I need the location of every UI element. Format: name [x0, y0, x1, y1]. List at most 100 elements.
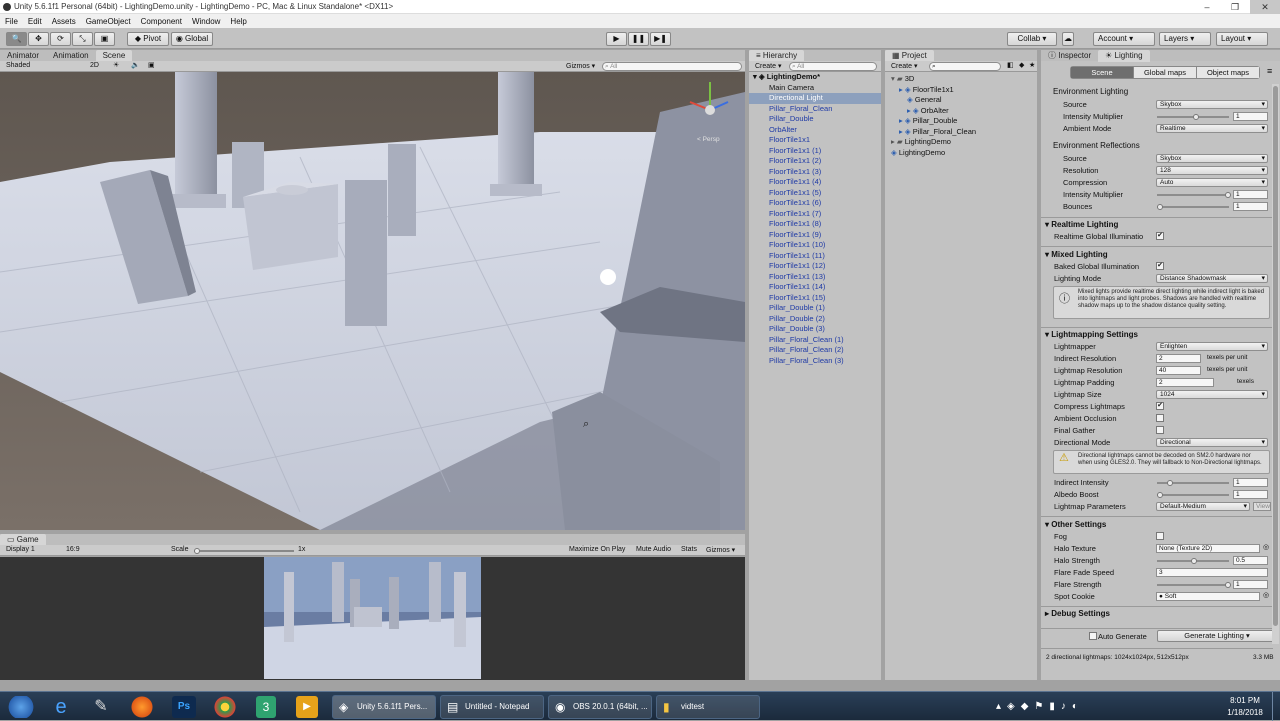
bounces-slider[interactable]: [1157, 204, 1229, 210]
move-tool-icon[interactable]: ✥: [28, 32, 49, 46]
rotate-tool-icon[interactable]: ⟳: [50, 32, 71, 46]
hierarchy-item[interactable]: FloorTile1x1 (11): [749, 251, 881, 262]
maximize-button[interactable]: ❐: [1220, 0, 1250, 14]
hierarchy-item[interactable]: FloorTile1x1: [749, 135, 881, 146]
media-player-icon[interactable]: ▶: [296, 696, 318, 718]
hierarchy-item[interactable]: Directional Light: [749, 93, 881, 104]
menu-edit[interactable]: Edit: [23, 14, 47, 26]
cookie-picker-icon[interactable]: ◎: [1263, 591, 1269, 599]
hierarchy-item[interactable]: FloorTile1x1 (7): [749, 209, 881, 220]
hierarchy-item[interactable]: Pillar_Floral_Clean (3): [749, 356, 881, 367]
indirect-resolution-field[interactable]: 2: [1156, 354, 1201, 363]
play-button[interactable]: ▶: [606, 32, 627, 46]
global-button[interactable]: ◉ Global: [171, 32, 213, 46]
2d-toggle[interactable]: 2D: [90, 62, 99, 69]
hierarchy-item[interactable]: Pillar_Double (3): [749, 324, 881, 335]
menu-component[interactable]: Component: [136, 14, 187, 26]
halo-strength-field[interactable]: 0.5: [1233, 556, 1268, 565]
generate-lighting-button[interactable]: Generate Lighting ▾: [1157, 630, 1277, 642]
taskbar-app-notepad[interactable]: ▤ Untitled - Notepad: [440, 695, 544, 719]
debug-settings-header[interactable]: ▸ Debug Settings: [1045, 609, 1110, 618]
chrome-icon[interactable]: [210, 696, 240, 718]
project-item[interactable]: ▾ ▰ 3D: [885, 74, 1037, 85]
perspective-label[interactable]: < Persp: [697, 136, 720, 143]
scene-viewport[interactable]: < Persp ⌕: [0, 72, 745, 530]
tab-inspector[interactable]: ⓘ Inspector: [1041, 50, 1098, 62]
mixed-lighting-header[interactable]: ▾ Mixed Lighting: [1045, 250, 1108, 259]
project-item[interactable]: ▸ ◈ Pillar_Floral_Clean: [885, 127, 1037, 138]
hierarchy-item[interactable]: Pillar_Floral_Clean (1): [749, 335, 881, 346]
baked-gi-checkbox[interactable]: ✔: [1156, 262, 1164, 270]
hierarchy-item[interactable]: FloorTile1x1 (10): [749, 240, 881, 251]
scale-slider[interactable]: [194, 548, 294, 554]
subtab-global-maps[interactable]: Global maps: [1133, 67, 1196, 78]
realtime-lighting-header[interactable]: ▾ Realtime Lighting: [1045, 220, 1118, 229]
pivot-button[interactable]: ◆ Pivot: [127, 32, 169, 46]
refl-compression-dropdown[interactable]: Auto: [1156, 178, 1268, 187]
filter-label-icon[interactable]: ◆: [1019, 61, 1024, 69]
ambient-mode-dropdown[interactable]: Realtime: [1156, 124, 1268, 133]
object-picker-icon[interactable]: ◎: [1263, 543, 1269, 551]
lighting-mode-dropdown[interactable]: Distance Shadowmask: [1156, 274, 1268, 283]
taskbar-app-obs[interactable]: ◉ OBS 20.0.1 (64bit, ...: [548, 695, 652, 719]
favorite-star-icon[interactable]: ★: [1029, 61, 1035, 69]
env-intensity-field[interactable]: 1: [1233, 112, 1268, 121]
project-search-input[interactable]: ⌕: [929, 62, 1001, 71]
project-create-dropdown[interactable]: Create ▾: [891, 62, 917, 70]
fog-checkbox[interactable]: [1156, 532, 1164, 540]
subtab-scene[interactable]: Scene: [1071, 67, 1133, 78]
compress-lightmaps-checkbox[interactable]: ✔: [1156, 402, 1164, 410]
clock[interactable]: 8:01 PM 1/18/2018: [1222, 696, 1268, 717]
hierarchy-item[interactable]: FloorTile1x1 (2): [749, 156, 881, 167]
refl-intensity-field[interactable]: 1: [1233, 190, 1268, 199]
hierarchy-item[interactable]: Main Camera: [749, 83, 881, 94]
env-source-dropdown[interactable]: Skybox: [1156, 100, 1268, 109]
albedo-boost-field[interactable]: 1: [1233, 490, 1268, 499]
hierarchy-item[interactable]: FloorTile1x1 (1): [749, 146, 881, 157]
maximize-on-play-toggle[interactable]: Maximize On Play: [569, 546, 625, 553]
indirect-intensity-field[interactable]: 1: [1233, 478, 1268, 487]
flare-strength-field[interactable]: 1: [1233, 580, 1268, 589]
hand-tool-icon[interactable]: 🔍: [6, 32, 27, 46]
account-dropdown[interactable]: Account ▾: [1093, 32, 1155, 46]
flare-fade-field[interactable]: 3: [1156, 568, 1268, 577]
lightmap-size-dropdown[interactable]: 1024: [1156, 390, 1268, 399]
lightmapping-settings-header[interactable]: ▾ Lightmapping Settings: [1045, 330, 1138, 339]
hierarchy-item[interactable]: OrbAlter: [749, 125, 881, 136]
menu-assets[interactable]: Assets: [47, 14, 81, 26]
menu-help[interactable]: Help: [225, 14, 251, 26]
display-dropdown[interactable]: Display 1: [6, 546, 35, 553]
hierarchy-item[interactable]: FloorTile1x1 (4): [749, 177, 881, 188]
game-viewport[interactable]: [0, 557, 745, 680]
project-item[interactable]: ◈ LightingDemo: [885, 148, 1037, 159]
hierarchy-item[interactable]: FloorTile1x1 (6): [749, 198, 881, 209]
effects-toggle-icon[interactable]: ▣: [148, 61, 155, 69]
bounces-field[interactable]: 1: [1233, 202, 1268, 211]
start-button-icon[interactable]: [4, 696, 38, 718]
hierarchy-item[interactable]: FloorTile1x1 (8): [749, 219, 881, 230]
project-item[interactable]: ▸ ▰ LightingDemo: [885, 137, 1037, 148]
lighting-toggle-icon[interactable]: ☀: [113, 61, 119, 69]
cloud-icon[interactable]: ☁: [1062, 32, 1074, 46]
audio-toggle-icon[interactable]: 🔈: [131, 61, 140, 69]
hierarchy-search-input[interactable]: ⌕ All: [789, 62, 877, 71]
project-item[interactable]: ▸ ◈ FloorTile1x1: [885, 85, 1037, 96]
tab-lighting[interactable]: ☀ Lighting: [1098, 50, 1150, 62]
auto-generate-checkbox[interactable]: [1089, 632, 1097, 640]
hierarchy-item[interactable]: FloorTile1x1 (5): [749, 188, 881, 199]
subtab-object-maps[interactable]: Object maps: [1196, 67, 1259, 78]
menu-file[interactable]: File: [0, 14, 23, 26]
menu-window[interactable]: Window: [187, 14, 225, 26]
step-button[interactable]: ▶❚: [650, 32, 671, 46]
env-intensity-slider[interactable]: [1157, 114, 1229, 120]
game-gizmos-dropdown[interactable]: Gizmos ▾: [706, 546, 735, 554]
close-button[interactable]: ✕: [1250, 0, 1280, 14]
view-button[interactable]: View: [1253, 502, 1271, 511]
final-gather-checkbox[interactable]: [1156, 426, 1164, 434]
scene-gizmos-dropdown[interactable]: Gizmos ▾: [566, 62, 595, 70]
hierarchy-item[interactable]: FloorTile1x1 (9): [749, 230, 881, 241]
other-settings-header[interactable]: ▾ Other Settings: [1045, 520, 1106, 529]
internet-explorer-icon[interactable]: e: [46, 696, 76, 718]
layers-dropdown[interactable]: Layers ▾: [1159, 32, 1211, 46]
show-desktop-button[interactable]: [1272, 692, 1280, 721]
